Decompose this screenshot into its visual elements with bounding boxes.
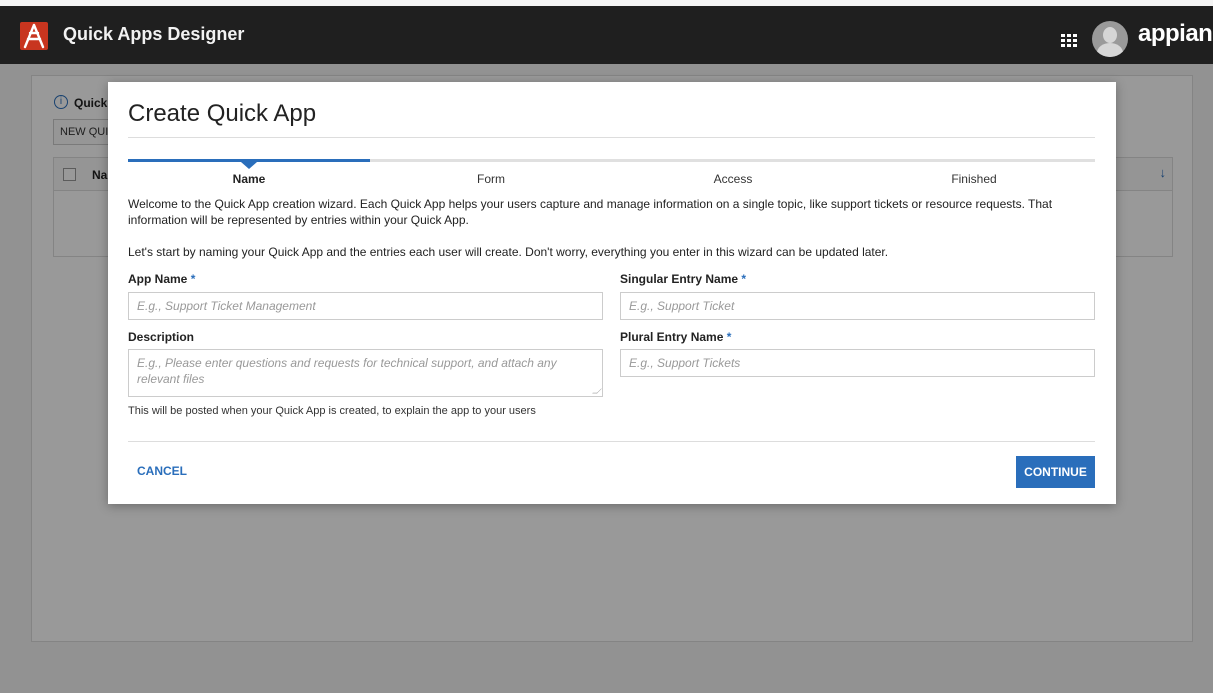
plural-entry-name-label: Plural Entry Name * bbox=[620, 330, 732, 344]
intro-text: Welcome to the Quick App creation wizard… bbox=[128, 197, 1053, 227]
singular-entry-name-input[interactable] bbox=[620, 292, 1095, 320]
top-bar: Quick Apps Designer appian bbox=[0, 6, 1213, 64]
description-textarea[interactable] bbox=[128, 349, 603, 397]
description-helper-text: This will be posted when your Quick App … bbox=[128, 405, 536, 417]
grid-icon[interactable] bbox=[1061, 34, 1079, 48]
step-form[interactable]: Form bbox=[370, 172, 612, 186]
singular-entry-name-label: Singular Entry Name * bbox=[620, 272, 747, 286]
dialog-title: Create Quick App bbox=[128, 100, 317, 127]
footer-divider bbox=[128, 441, 1095, 442]
active-step-caret-icon bbox=[241, 162, 257, 169]
app-name-label: App Name * bbox=[128, 272, 196, 286]
app-title: Quick Apps Designer bbox=[63, 24, 245, 44]
plural-entry-name-input[interactable] bbox=[620, 349, 1095, 377]
wizard-steps: Name Form Access Finished bbox=[128, 159, 1095, 189]
step-finished[interactable]: Finished bbox=[853, 172, 1095, 186]
app-name-input[interactable] bbox=[128, 292, 603, 320]
cancel-button[interactable]: CANCEL bbox=[137, 464, 187, 478]
description-label: Description bbox=[128, 330, 195, 344]
step-access[interactable]: Access bbox=[612, 172, 854, 186]
appian-logo-icon[interactable] bbox=[20, 22, 48, 50]
user-avatar-icon[interactable] bbox=[1092, 21, 1128, 57]
continue-button[interactable]: CONTINUE bbox=[1016, 456, 1095, 488]
appian-brand-logo[interactable]: appian bbox=[1138, 20, 1213, 48]
step-name[interactable]: Name bbox=[128, 172, 370, 186]
title-divider bbox=[128, 137, 1095, 138]
create-quick-app-dialog: Create Quick App Name Form Access Finish… bbox=[108, 82, 1116, 504]
instructions-text: Let's start by naming your Quick App and… bbox=[128, 245, 889, 259]
